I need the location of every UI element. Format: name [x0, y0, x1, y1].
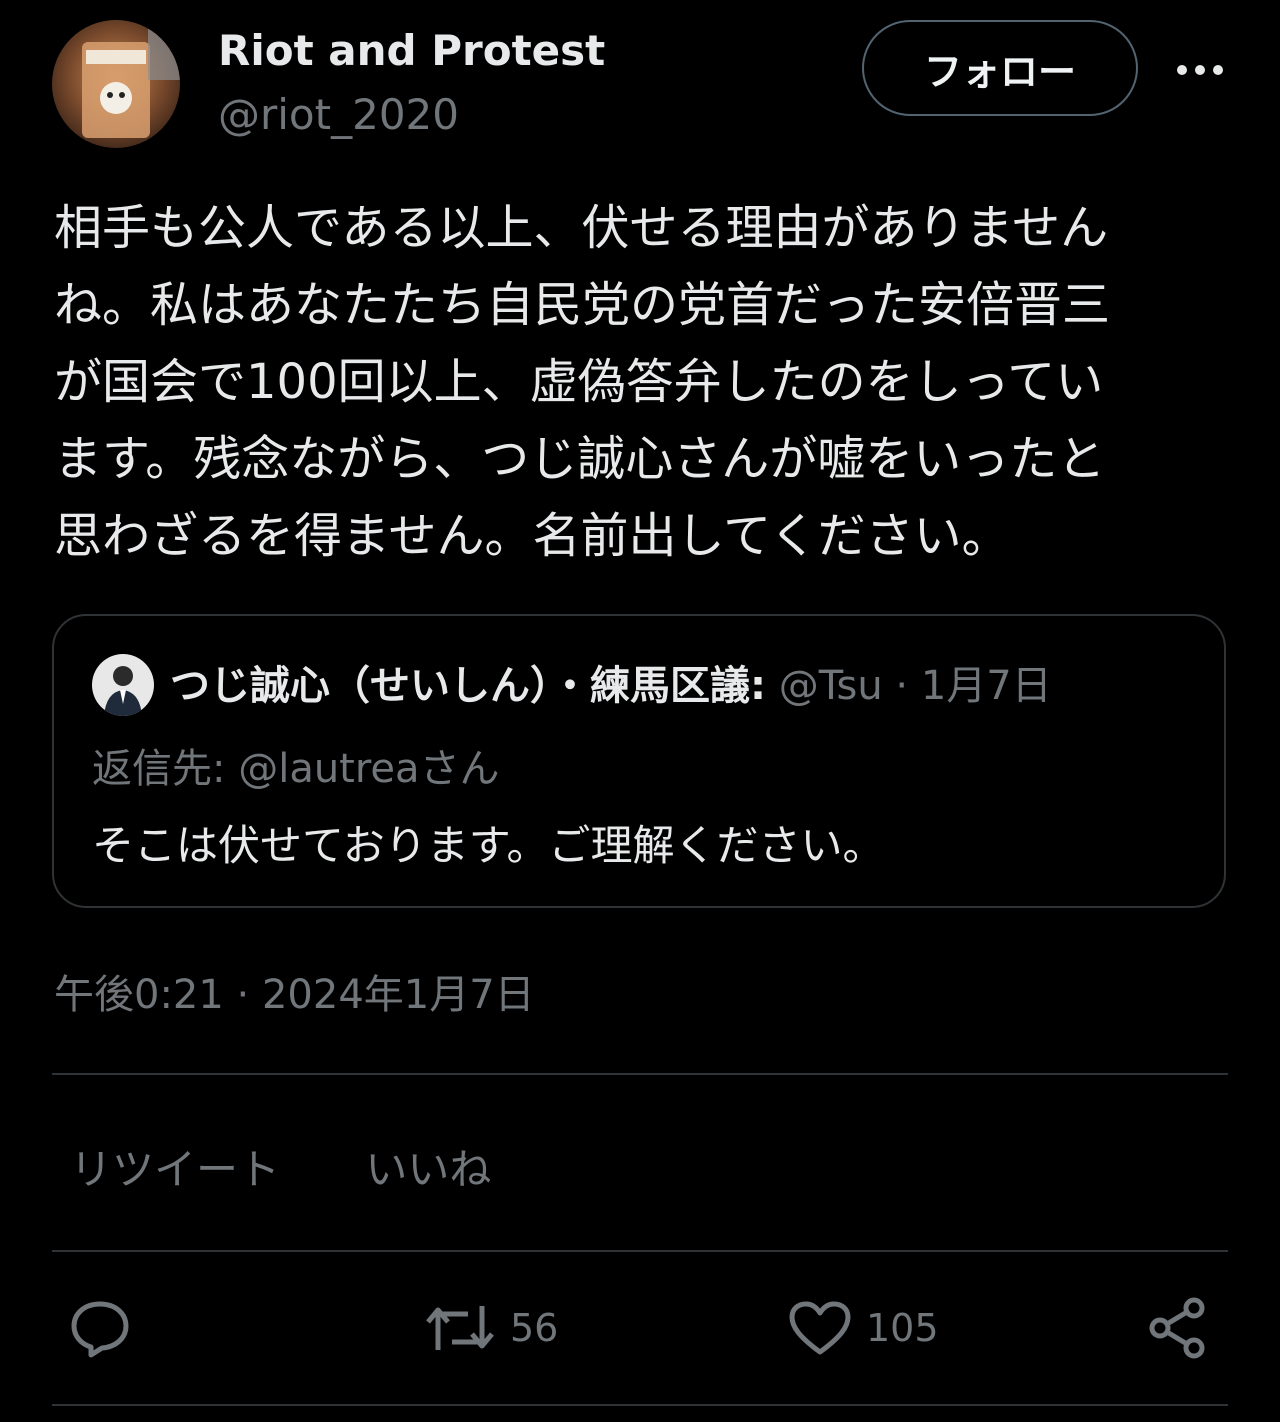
retweet-button[interactable]: 56: [424, 1296, 558, 1360]
likes-link[interactable]: いいね: [365, 1145, 491, 1194]
tweet-text-line: ます。残念ながら、つじ誠心さんが嘘をいったと: [54, 431, 1106, 487]
reply-button[interactable]: [68, 1296, 132, 1360]
reply-handle[interactable]: @lautrea: [238, 746, 419, 792]
like-count: 105: [866, 1306, 939, 1350]
quoted-header: つじ誠心（せいしん）・練馬区議: @Tsu · 1月7日: [170, 656, 1052, 716]
share-button[interactable]: [1146, 1296, 1210, 1360]
follow-button[interactable]: フォロー: [862, 20, 1138, 116]
share-icon: [1146, 1296, 1210, 1360]
retweets-link[interactable]: リツイート: [70, 1145, 280, 1194]
tweet-text: 相手も公人である以上、伏せる理由がありません ね。私はあなたたち自民党の党首だっ…: [54, 190, 1234, 575]
reply-to: 返信先: @lautreaさん: [92, 736, 500, 794]
quoted-author-name: つじ誠心（せいしん）・練馬区議:: [170, 663, 766, 709]
more-icon[interactable]: [1172, 50, 1228, 90]
tweet-text-line: ね。私はあなたたち自民党の党首だった安倍晋三: [54, 277, 1111, 333]
divider: [52, 1404, 1228, 1406]
author-handle[interactable]: @riot_2020: [218, 90, 459, 139]
tweet-timestamp[interactable]: 午後0:21 · 2024年1月7日: [54, 962, 535, 1020]
tweet-text-line: 相手も公人である以上、伏せる理由がありません: [54, 200, 1109, 256]
quoted-meta: @Tsu · 1月7日: [766, 663, 1052, 709]
reply-icon: [68, 1298, 132, 1358]
engagement-stats: リツイート いいね: [70, 1136, 563, 1197]
like-button[interactable]: 105: [788, 1296, 939, 1360]
quoted-text: そこは伏せております。ご理解ください。: [92, 821, 885, 870]
tweet-text-line: 思わざるを得ません。名前出してください。: [54, 508, 1010, 564]
retweet-count: 56: [510, 1306, 559, 1350]
tweet-header: Riot and Protest @riot_2020 フォロー: [52, 20, 1228, 148]
like-icon: [788, 1300, 852, 1356]
reply-prefix: 返信先:: [92, 746, 239, 792]
quoted-author-avatar: [92, 654, 154, 716]
reply-suffix: さん: [419, 746, 500, 792]
retweet-icon: [424, 1300, 496, 1356]
author-avatar[interactable]: [52, 20, 180, 148]
tweet-text-line: が国会で100回以上、虚偽答弁したのをしってい: [54, 354, 1104, 410]
divider: [52, 1250, 1228, 1252]
divider: [52, 1073, 1228, 1075]
author-name[interactable]: Riot and Protest: [218, 26, 605, 75]
quoted-tweet[interactable]: つじ誠心（せいしん）・練馬区議: @Tsu · 1月7日 返信先: @lautr…: [52, 614, 1226, 908]
